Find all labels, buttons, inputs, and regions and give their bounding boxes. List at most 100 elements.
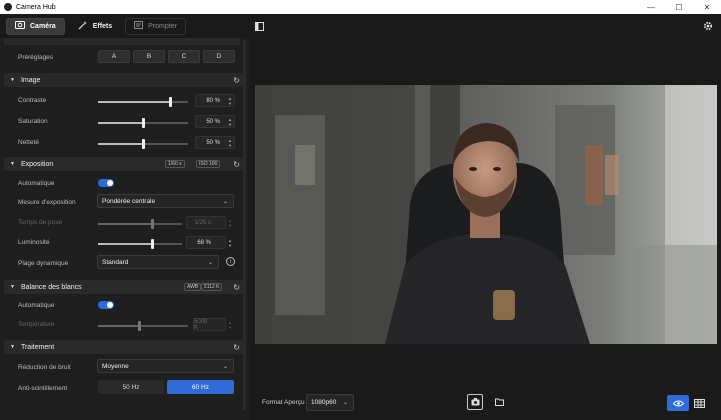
shutter-stepper[interactable]: ▲ ▼	[226, 216, 234, 229]
preset-b-button[interactable]: B	[133, 50, 165, 63]
preset-c-button[interactable]: C	[168, 50, 200, 63]
tab-prompter[interactable]: Prompter	[125, 17, 186, 35]
preview-area: Format Aperçu 1080p60 ⌄	[249, 14, 721, 420]
magic-wand-icon	[78, 20, 88, 32]
shutter-slider[interactable]	[98, 219, 182, 229]
app-logo-icon	[4, 3, 12, 11]
collapsed-section-edge	[4, 38, 240, 45]
metering-label: Mesure d'exposition	[18, 199, 76, 206]
collapse-triangle-icon: ▼	[10, 77, 15, 83]
collapse-triangle-icon: ▼	[10, 161, 15, 167]
chevron-down-icon: ⌄	[207, 259, 213, 266]
dynamic-range-dropdown[interactable]: Standard ⌄	[97, 255, 219, 269]
sidebar-toggle-icon[interactable]	[253, 20, 265, 32]
camera-preview	[255, 85, 717, 344]
chevron-down-icon: ⌄	[222, 198, 228, 205]
camera-feed-image	[255, 85, 717, 344]
image-section-header[interactable]: ▼ Image ↻	[4, 73, 244, 87]
saturation-slider[interactable]	[98, 118, 188, 128]
exposure-auto-toggle[interactable]	[98, 179, 114, 187]
grid-icon[interactable]	[690, 395, 708, 411]
slider-thumb[interactable]	[151, 219, 154, 229]
maximize-button[interactable]: ☐	[665, 0, 693, 14]
shutter-label: Temps de pose	[18, 219, 63, 226]
saturation-label: Saturation	[18, 118, 48, 125]
white-balance-section-title: Balance des blancs	[20, 283, 82, 291]
camera-icon	[15, 21, 25, 31]
dynamic-range-value: Standard	[102, 258, 129, 266]
prompter-icon	[134, 21, 144, 31]
exposure-auto-label: Automatique	[18, 180, 55, 187]
settings-panel: Caméra Effets Prompter Préréglages A B C…	[0, 14, 249, 420]
tab-bar: Caméra Effets Prompter	[0, 14, 249, 38]
slider-thumb[interactable]	[142, 118, 145, 128]
presets-label: Préréglages	[18, 54, 54, 61]
exposure-section-header[interactable]: ▼ Exposition 1/60 s ISO 100 ↻	[4, 157, 244, 171]
anti-flicker-label: Anti-scintillement	[18, 385, 68, 392]
eye-icon[interactable]	[667, 395, 689, 411]
minimize-button[interactable]: —	[637, 0, 665, 14]
slider-thumb[interactable]	[151, 239, 154, 249]
temperature-slider[interactable]	[98, 321, 188, 331]
brightness-value[interactable]: 68 %	[186, 236, 226, 249]
awb-badge: AWB	[184, 283, 202, 291]
brightness-slider[interactable]	[98, 239, 182, 249]
noise-reduction-dropdown[interactable]: Moyenne ⌄	[97, 359, 234, 373]
snapshot-camera-icon[interactable]	[467, 394, 483, 410]
dynamic-range-label: Plage dynamique	[18, 260, 69, 267]
shutter-badge: 1/60 s	[165, 160, 185, 168]
contrast-slider[interactable]	[98, 97, 188, 107]
white-balance-section-header[interactable]: ▼ Balance des blancs AWB 5112 K ↻	[4, 280, 244, 294]
contrast-stepper[interactable]: ▲ ▼	[226, 94, 234, 107]
processing-section-title: Traitement	[20, 343, 55, 351]
slider-thumb[interactable]	[138, 321, 141, 331]
noise-reduction-label: Réduction de bruit	[18, 364, 71, 371]
window-title: Camera Hub	[16, 3, 56, 11]
reset-icon[interactable]: ↻	[233, 343, 240, 352]
sharpness-slider[interactable]	[98, 139, 188, 149]
temperature-label: Température	[18, 321, 55, 328]
settings-scroll-area[interactable]: Préréglages A B C D ▼ Image ↻ Contraste …	[0, 38, 249, 420]
flicker-50hz-button[interactable]: 50 Hz	[98, 380, 164, 394]
gear-icon[interactable]	[702, 20, 714, 32]
image-section-title: Image	[20, 76, 41, 84]
sharpness-stepper[interactable]: ▲ ▼	[226, 136, 234, 149]
info-icon[interactable]: i	[226, 257, 235, 266]
scrollbar[interactable]	[243, 40, 246, 410]
preview-bottom-bar: Format Aperçu 1080p60 ⌄	[249, 392, 721, 414]
brightness-stepper[interactable]: ▲ ▼	[226, 236, 234, 249]
metering-dropdown[interactable]: Pondérée centrale ⌄	[97, 194, 234, 208]
chevron-down-icon: ⌄	[222, 363, 228, 370]
shutter-value[interactable]: 1/25 s	[186, 216, 226, 229]
reset-icon[interactable]: ↻	[233, 160, 240, 169]
close-button[interactable]: ✕	[693, 0, 721, 14]
reset-icon[interactable]: ↻	[233, 76, 240, 85]
tab-camera[interactable]: Caméra	[6, 17, 65, 35]
wb-auto-toggle[interactable]	[98, 301, 114, 309]
preset-a-button[interactable]: A	[98, 50, 130, 63]
saturation-stepper[interactable]: ▲ ▼	[226, 115, 234, 128]
iso-badge: ISO 100	[196, 160, 221, 168]
slider-thumb[interactable]	[169, 97, 172, 107]
tab-effects-label: Effets	[92, 22, 113, 30]
flicker-60hz-button[interactable]: 60 Hz	[167, 380, 234, 394]
slider-thumb[interactable]	[142, 139, 145, 149]
brightness-label: Luminosité	[18, 239, 50, 246]
title-bar: Camera Hub — ☐ ✕	[0, 0, 721, 14]
processing-section-header[interactable]: ▼ Traitement ↻	[4, 340, 244, 354]
tab-prompter-label: Prompter	[148, 22, 177, 30]
sharpness-label: Netteté	[18, 139, 39, 146]
collapse-triangle-icon: ▼	[10, 284, 15, 290]
collapse-triangle-icon: ▼	[10, 344, 15, 350]
metering-value: Pondérée centrale	[102, 197, 156, 205]
tab-effects[interactable]: Effets	[69, 18, 121, 35]
reset-icon[interactable]: ↻	[233, 283, 240, 292]
format-dropdown[interactable]: 1080p60 ⌄	[306, 394, 354, 411]
temperature-stepper[interactable]: ▲ ▼	[226, 318, 234, 331]
exposure-section-title: Exposition	[20, 160, 54, 168]
format-label: Format Aperçu	[262, 399, 305, 406]
format-value: 1080p60	[311, 399, 337, 406]
preset-d-button[interactable]: D	[203, 50, 235, 63]
temperature-value[interactable]: 5000 K	[193, 318, 226, 331]
folder-icon[interactable]	[493, 396, 505, 408]
